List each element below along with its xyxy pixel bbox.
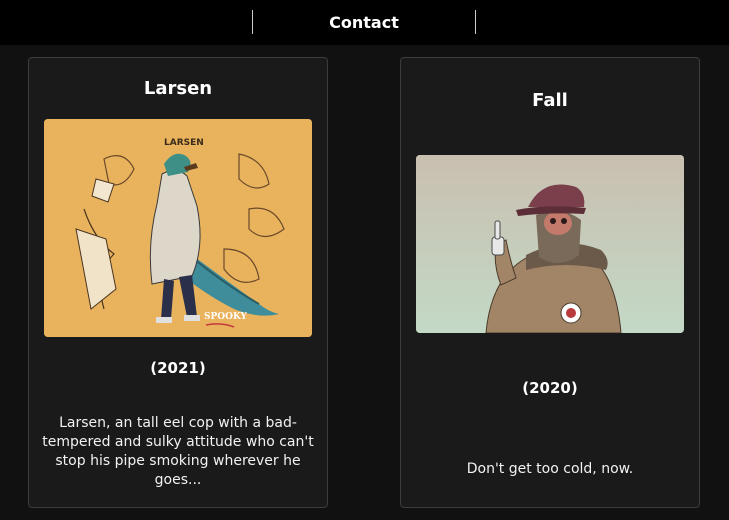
artwork-image-fall[interactable] bbox=[416, 155, 684, 333]
art-signature: SPOOKY bbox=[204, 312, 248, 322]
top-nav-bar: Contact bbox=[0, 0, 729, 45]
card-year: (2021) bbox=[150, 359, 206, 377]
fall-illustration bbox=[416, 155, 684, 333]
card-title: Larsen bbox=[143, 78, 213, 99]
larsen-illustration: LARSEN SPOOKY bbox=[44, 119, 312, 337]
card-description: Don't get too cold, now. bbox=[466, 461, 634, 477]
artwork-card-larsen[interactable]: Larsen LARSEN SPOOKY (2021) Larsen, an t… bbox=[28, 57, 328, 508]
card-description: Larsen, an tall eel cop with a bad-tempe… bbox=[42, 415, 314, 488]
art-caption: LARSEN bbox=[164, 138, 204, 148]
artwork-card-fall[interactable]: Fall (2020) Don't get too cold, now. bbox=[400, 57, 700, 508]
artwork-image-larsen[interactable]: LARSEN SPOOKY bbox=[44, 119, 312, 337]
nav-link-contact[interactable]: Contact bbox=[253, 0, 475, 45]
nav-divider bbox=[475, 10, 476, 34]
card-year: (2020) bbox=[522, 379, 578, 397]
card-title: Fall bbox=[532, 90, 568, 111]
